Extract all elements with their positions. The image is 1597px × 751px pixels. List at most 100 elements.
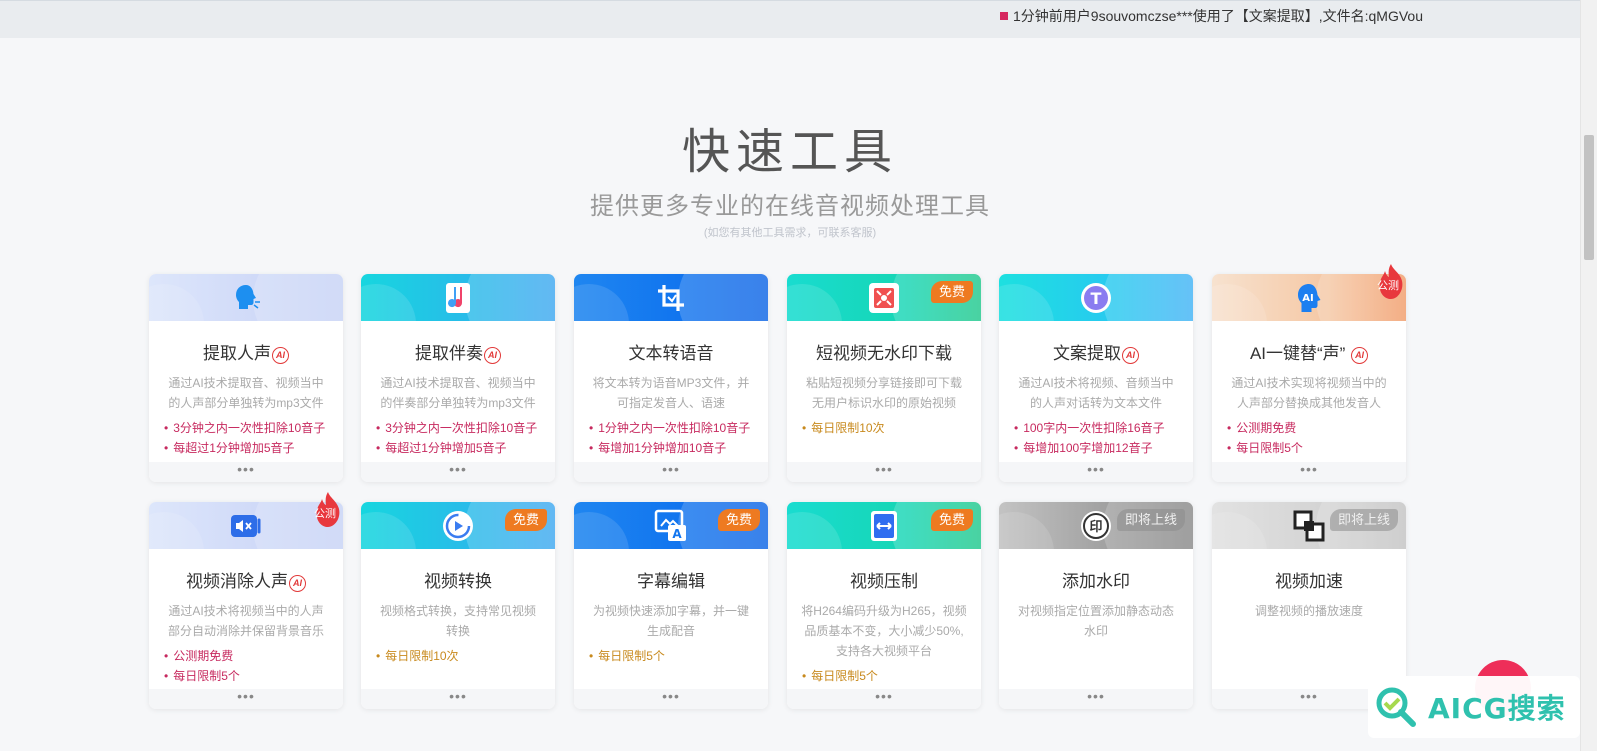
card-description: 通过AI技术将视频、音频当中的人声对话转为文本文件 <box>1018 376 1174 410</box>
free-tag: 免费 <box>717 509 760 531</box>
ai-voice-icon: AI <box>1291 280 1327 316</box>
free-tag: 免费 <box>504 509 547 531</box>
card-header: 免费 <box>787 502 981 549</box>
tool-card-transcript-extract[interactable]: T 文案提取AI 通过AI技术将视频、音频当中的人声对话转为文本文件 100字内… <box>999 274 1193 482</box>
more-button[interactable]: ••• <box>361 689 555 709</box>
card-price-line: 每增加1分钟增加10音子 <box>589 438 768 458</box>
card-description: 调整视频的播放速度 <box>1254 604 1363 618</box>
card-title: 视频转换 <box>424 572 492 591</box>
more-button[interactable]: ••• <box>999 462 1193 482</box>
card-price-line: 每日限制5个 <box>1227 438 1406 458</box>
card-price-line: 3分钟之内一次性扣除10音子 <box>376 418 555 438</box>
card-title: 视频压制 <box>850 572 918 591</box>
scroll-thumb[interactable] <box>1584 135 1594 260</box>
card-title: 提取人声 AI <box>149 343 343 365</box>
page-title: 快速工具 <box>681 126 898 179</box>
card-title: AI一键替“声” AI <box>1212 343 1406 365</box>
card-header: 免费 <box>361 502 555 549</box>
more-button[interactable]: ••• <box>1212 462 1406 482</box>
tool-card-video-compress[interactable]: 免费 视频压制 将H264编码升级为H265，视频品质基本不变，大小减少50%,… <box>787 502 981 709</box>
card-header: 免费 <box>787 274 981 321</box>
ai-badge-icon: AI <box>1122 347 1139 364</box>
card-limit-line: 每日限制5个 <box>802 666 981 686</box>
card-price-line: 100字内一次性扣除16音子 <box>1014 418 1193 438</box>
card-title: 添加水印 <box>1062 572 1130 591</box>
card-price-line: 每超过1分钟增加5音子 <box>164 438 343 458</box>
ai-badge-icon: AI <box>484 347 501 364</box>
page-subtitle: 提供更多专业的在线音视频处理工具 <box>590 193 990 220</box>
card-description: 通过AI技术提取音、视频当中的人声部分单独转为mp3文件 <box>168 376 324 410</box>
card-price-line: 每增加100字增加12音子 <box>1014 438 1193 458</box>
more-button[interactable]: ••• <box>149 689 343 709</box>
more-button[interactable]: ••• <box>787 462 981 482</box>
tool-card-extract-voice[interactable]: 提取人声AI 通过AI技术提取音、视频当中的人声部分单独转为mp3文件 3分钟之… <box>149 274 343 482</box>
coming-soon-tag: 即将上线 <box>1116 509 1185 531</box>
ai-badge-icon: AI <box>272 347 289 364</box>
card-description: 通过AI技术提取音、视频当中的伴奏部分单独转为mp3文件 <box>380 376 536 410</box>
text-t-icon: T <box>1078 280 1114 316</box>
tool-card-extract-accompaniment[interactable]: 提取伴奏AI 通过AI技术提取音、视频当中的伴奏部分单独转为mp3文件 3分钟之… <box>361 274 555 482</box>
card-header: 即将上线 <box>1212 502 1406 549</box>
beta-badge: 公测 <box>314 508 336 520</box>
watermark-text: AICG搜索 <box>1428 692 1566 725</box>
more-button[interactable]: ••• <box>149 462 343 482</box>
page-hint: (如您有其他工具需求，可联系客服) <box>703 227 877 239</box>
notice-text: 1分钟前用户9souvomczse***使用了【文案提取】,文件名:qMGVou <box>1013 8 1423 24</box>
more-button[interactable]: ••• <box>574 462 768 482</box>
tool-card-add-watermark[interactable]: 印 即将上线 添加水印 对视频指定位置添加静态动态水印 ••• <box>999 502 1193 709</box>
crop-icon <box>653 280 689 316</box>
svg-text:印: 印 <box>1089 520 1102 535</box>
watermark-icon: 印 <box>1078 508 1114 544</box>
card-header: 印 即将上线 <box>999 502 1193 549</box>
card-title: 短视频无水印下载 <box>816 344 952 363</box>
card-title: 视频消除人声 AI <box>149 571 343 593</box>
free-tag: 免费 <box>930 281 973 303</box>
card-description: 通过AI技术将视频当中的人声部分自动消除并保留背景音乐 <box>167 604 324 638</box>
music-note-icon <box>440 280 476 316</box>
tool-card-video-download[interactable]: 免费 短视频无水印下载 粘贴短视频分享链接即可下载无用户标识水印的原始视频 每日… <box>787 274 981 482</box>
card-description: 视频格式转换，支持常见视频转换 <box>379 604 536 638</box>
svg-text:T: T <box>1091 289 1102 308</box>
card-header <box>361 274 555 321</box>
notice-ticker[interactable]: 1分钟前用户9souvomczse***使用了【文案提取】,文件名:qMGVou <box>1000 6 1432 26</box>
card-description: 对视频指定位置添加静态动态水印 <box>1017 604 1174 638</box>
mute-video-icon <box>228 508 264 544</box>
card-description: 为视频快速添加字幕，并一键生成配音 <box>592 604 749 638</box>
more-button[interactable]: ••• <box>787 689 981 709</box>
notice-dot-icon <box>1000 12 1008 20</box>
card-description: 将H264编码升级为H265，视频品质基本不变，大小减少50%,支持各大视频平台 <box>801 604 967 658</box>
card-title: 字幕编辑 <box>637 572 705 591</box>
svg-text:AI: AI <box>1302 293 1313 304</box>
tool-card-ai-voice-replace[interactable]: AI 公测 AI一键替“声” AI 通过AI技术实现将视频当中的人声部分替换成其… <box>1212 264 1406 482</box>
search-icon <box>1376 687 1416 727</box>
card-price-line: 3分钟之内一次性扣除10音子 <box>164 418 343 438</box>
subtitle-icon: A <box>653 508 689 544</box>
person-voice-icon <box>228 280 264 316</box>
card-header: T <box>999 274 1193 321</box>
card-title: 文本转语音 <box>628 344 714 363</box>
tool-card-subtitle-edit[interactable]: A 免费 字幕编辑 为视频快速添加字幕，并一键生成配音 每日限制5个 ••• <box>574 502 768 709</box>
video-download-icon <box>866 280 902 316</box>
svg-text:A: A <box>672 527 682 541</box>
card-limit-line: 每日限制5个 <box>589 646 768 666</box>
more-button[interactable]: ••• <box>999 689 1193 709</box>
card-header: A 免费 <box>574 502 768 549</box>
tool-card-text-to-speech[interactable]: 文本转语音 将文本转为语音MP3文件，并可指定发音人、语速 1分钟之内一次性扣除… <box>574 274 768 482</box>
card-price-line: 每日限制5个 <box>164 666 343 686</box>
convert-icon <box>440 508 476 544</box>
card-description: 粘贴短视频分享链接即可下载无用户标识水印的原始视频 <box>805 376 962 410</box>
beta-badge: 公测 <box>1377 280 1399 292</box>
card-limit-line: 每日限制10次 <box>376 646 555 666</box>
tool-card-remove-voice[interactable]: 公测 视频消除人声 AI 通过AI技术将视频当中的人声部分自动消除并保留背景音乐 … <box>149 492 343 709</box>
free-tag: 免费 <box>930 509 973 531</box>
tool-card-video-convert[interactable]: 免费 视频转换 视频格式转换，支持常见视频转换 每日限制10次 ••• <box>361 502 555 709</box>
more-button[interactable]: ••• <box>574 689 768 709</box>
scrollbar[interactable] <box>1580 0 1597 751</box>
card-title: 视频加速 <box>1275 572 1343 591</box>
card-header <box>149 274 343 321</box>
more-button[interactable]: ••• <box>361 462 555 482</box>
ai-badge-icon: AI <box>289 575 306 592</box>
card-price-line: 1分钟之内一次性扣除10音子 <box>589 418 768 438</box>
card-price-line: 公测期免费 <box>1227 418 1406 438</box>
card-price-line: 公测期免费 <box>164 646 343 666</box>
